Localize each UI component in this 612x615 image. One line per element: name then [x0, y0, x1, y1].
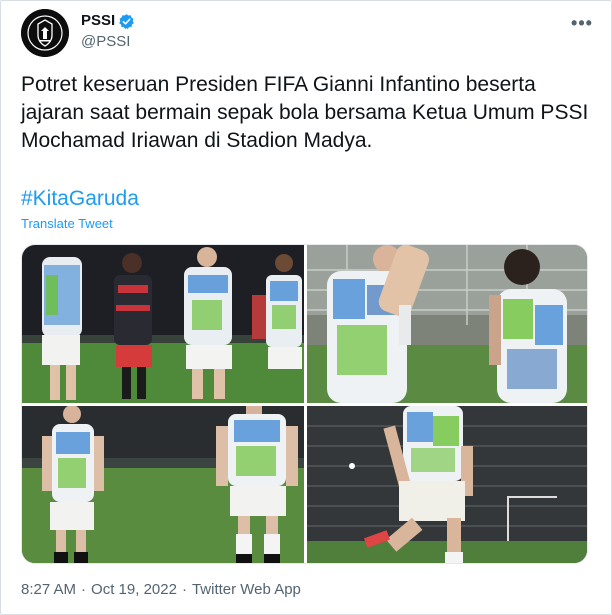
- photo-player-running[interactable]: [307, 406, 587, 563]
- photo-player-standing-left[interactable]: [22, 406, 304, 563]
- meta-separator: ·: [81, 581, 87, 598]
- media-grid: [21, 244, 588, 564]
- tweet-time[interactable]: 8:27 AM: [21, 581, 76, 598]
- tweet-card: PSSI @PSSI ••• Potret keseruan Presiden …: [0, 0, 612, 615]
- photo-players-celebrating[interactable]: [22, 245, 304, 403]
- photo-players-close-up[interactable]: [307, 245, 587, 403]
- avatar[interactable]: [21, 9, 69, 57]
- tweet-text: Potret keseruan Presiden FIFA Gianni Inf…: [21, 73, 589, 152]
- display-name-row[interactable]: PSSI: [81, 11, 135, 31]
- display-name[interactable]: PSSI: [81, 11, 115, 31]
- meta-separator: ·: [181, 581, 187, 598]
- tweet-meta: 8:27 AM · Oct 19, 2022 · Twitter Web App: [21, 581, 301, 598]
- verified-badge-icon: [119, 13, 134, 29]
- tweet-source[interactable]: Twitter Web App: [192, 581, 301, 598]
- user-handle[interactable]: @PSSI: [81, 32, 135, 52]
- more-horizontal-icon[interactable]: •••: [571, 13, 593, 33]
- user-info: PSSI @PSSI: [81, 11, 135, 52]
- pssi-logo-icon: [21, 9, 69, 57]
- tweet-date[interactable]: Oct 19, 2022: [91, 581, 177, 598]
- tweet-header: PSSI @PSSI •••: [21, 9, 593, 57]
- hashtag-link[interactable]: #KitaGaruda: [21, 185, 139, 213]
- translate-tweet-link[interactable]: Translate Tweet: [21, 216, 113, 231]
